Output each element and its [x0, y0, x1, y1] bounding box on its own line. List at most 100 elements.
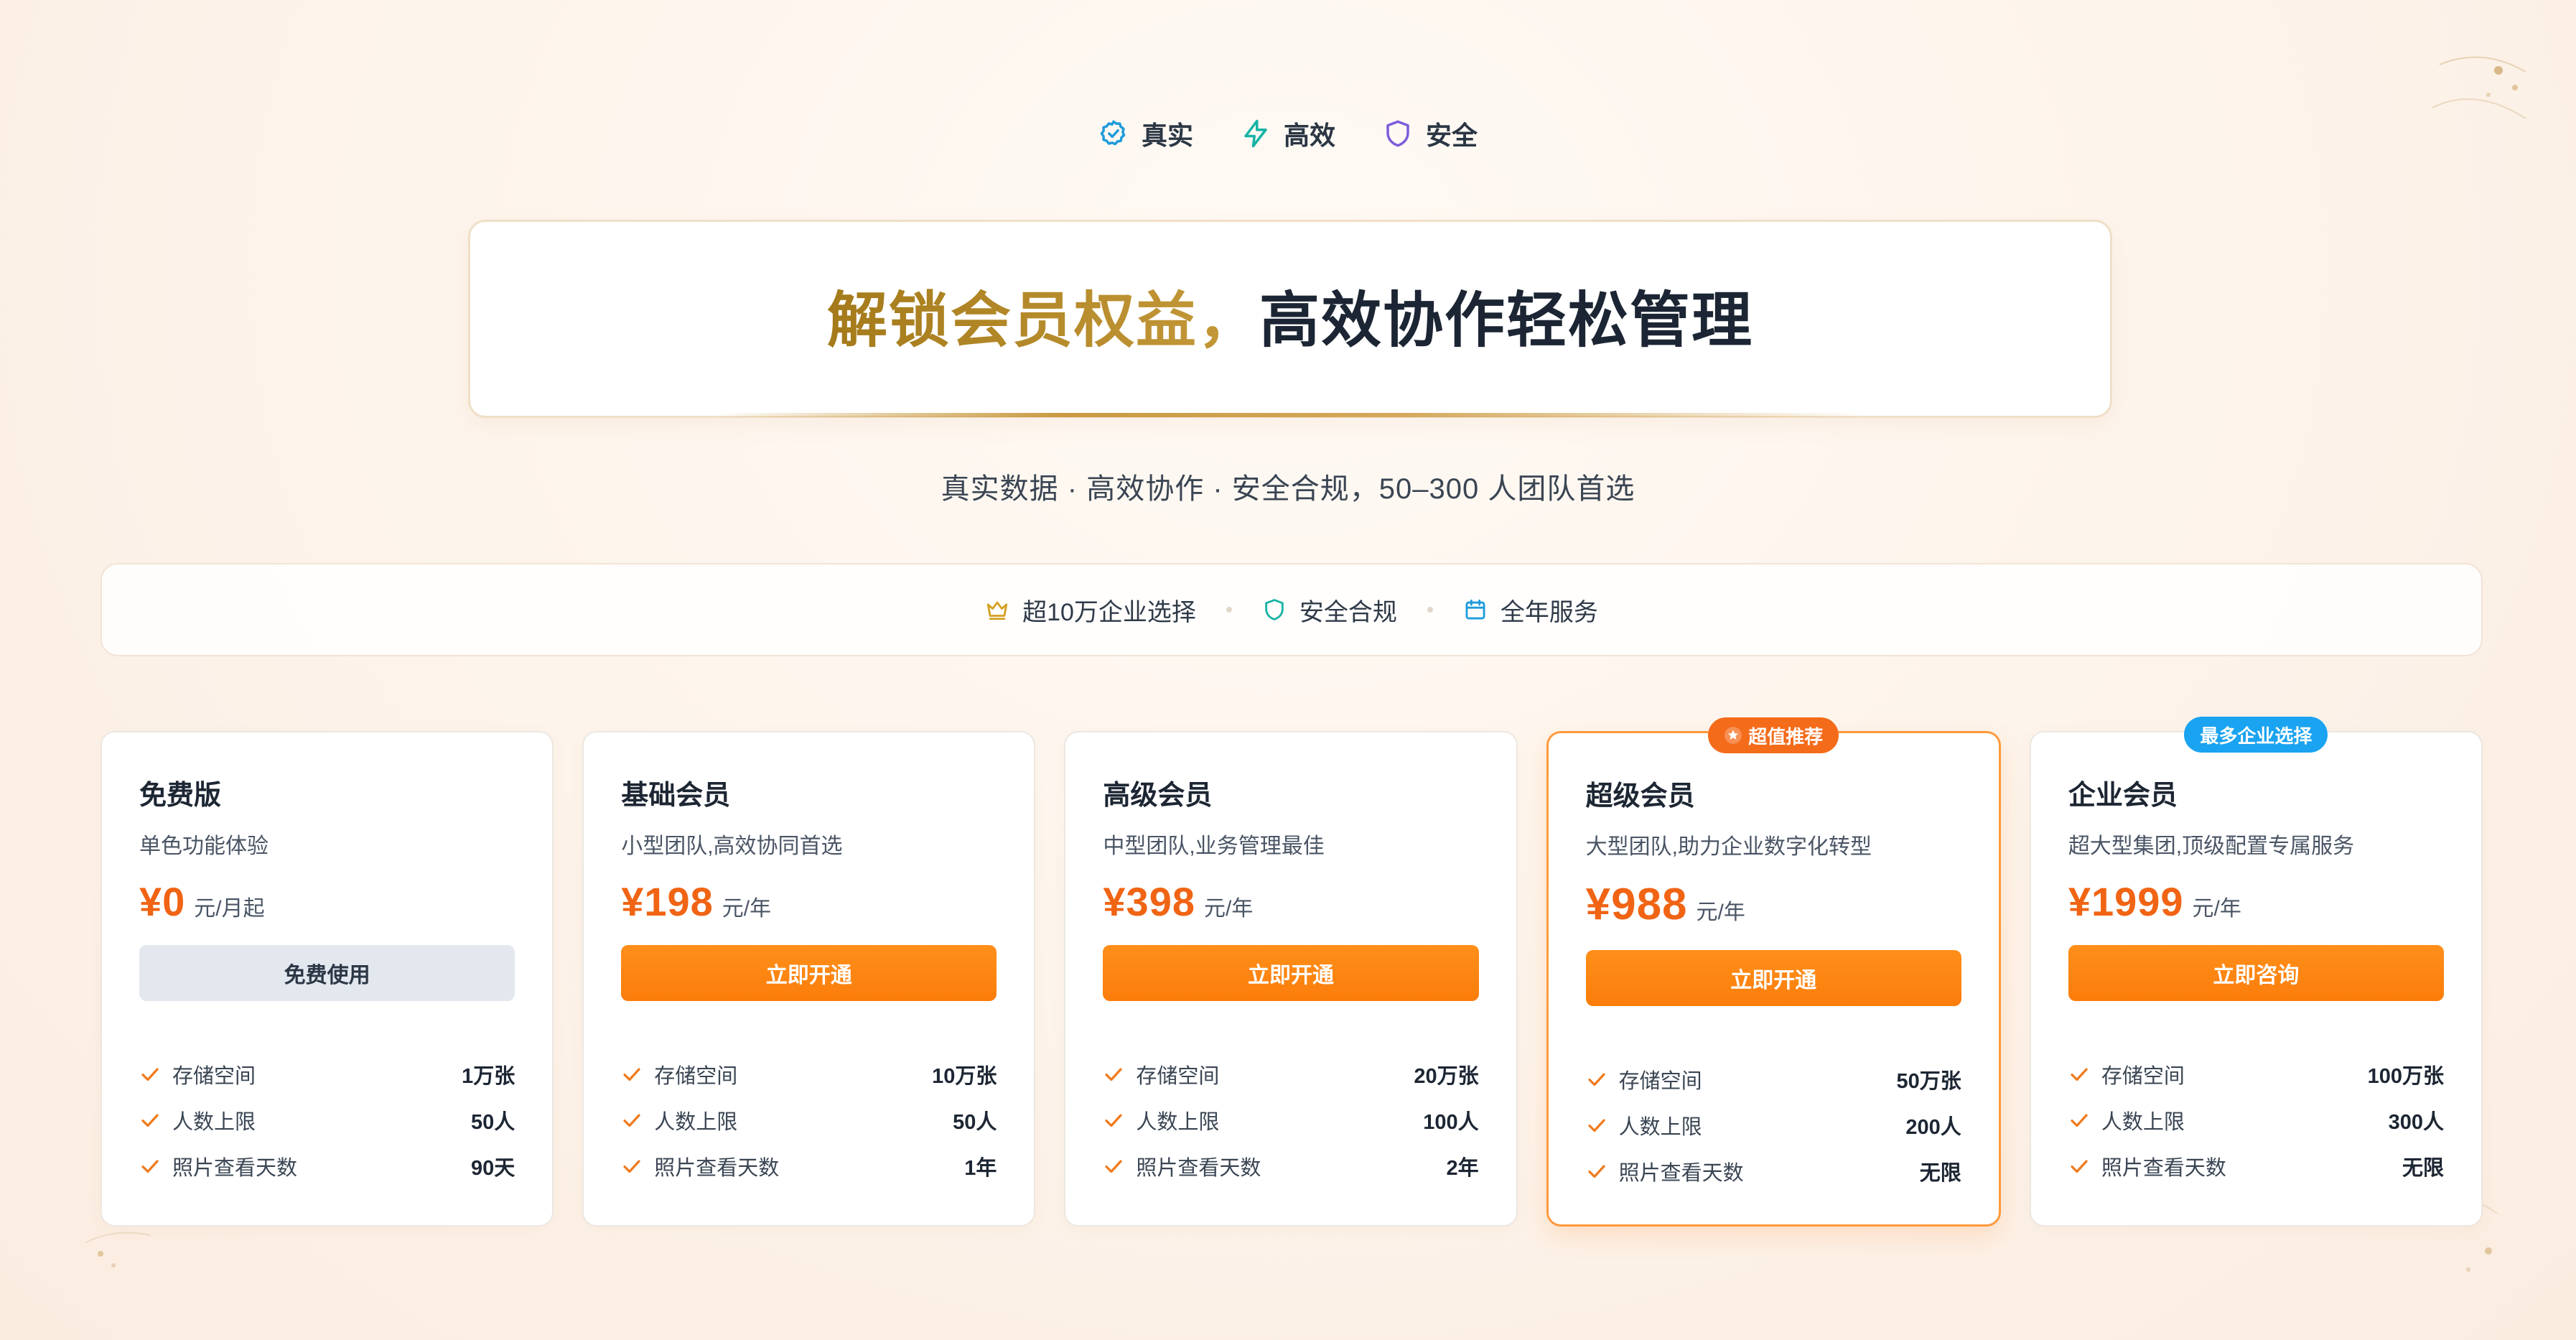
separator-dot — [1427, 607, 1433, 613]
feature-label: 存储空间 — [2101, 1065, 2185, 1088]
check-icon — [1105, 1068, 1123, 1081]
stat-enterprises: 超10万企业选择 — [985, 592, 1196, 628]
feature-storage: 存储空间 1万张 — [139, 1051, 515, 1097]
feature-members: 人数上限 300人 — [2068, 1097, 2444, 1143]
plan-price-row: ¥0 元/月起 — [139, 878, 515, 925]
stat-compliance: 安全合规 — [1262, 592, 1397, 628]
feature-label: 照片查看天数 — [1136, 1157, 1261, 1180]
check-icon — [623, 1160, 640, 1173]
feature-label: 存储空间 — [654, 1065, 738, 1088]
feature-list: 存储空间 100万张 人数上限 300人 照片查看天数 无限 — [2068, 1051, 2444, 1189]
separator-dot — [1226, 607, 1232, 613]
badge-efficient: 高效 — [1241, 115, 1335, 152]
hero-card: 解锁会员权益，高效协作轻松管理 — [468, 220, 2112, 418]
feature-label: 存储空间 — [172, 1065, 256, 1088]
feature-value: 无限 — [1919, 1162, 1961, 1185]
plan-price-unit: 元/年 — [722, 897, 772, 921]
star-icon — [1725, 727, 1742, 744]
feature-list: 存储空间 1万张 人数上限 50人 照片查看天数 90天 — [139, 1051, 515, 1189]
feature-label: 存储空间 — [1618, 1070, 1702, 1093]
plan-price-unit: 元/年 — [1203, 897, 1254, 921]
popular-tag: 最多企业选择 — [2184, 717, 2328, 753]
plan-price-row: ¥398 元/年 — [1103, 878, 1478, 925]
plan-price: ¥398 — [1103, 879, 1195, 924]
title-rest: 高效协作轻松管理 — [1259, 286, 1754, 354]
feature-storage: 存储空间 10万张 — [621, 1051, 997, 1097]
check-icon — [2071, 1068, 2088, 1081]
title-highlight: 解锁会员权益， — [826, 286, 1259, 354]
feature-label: 人数上限 — [1618, 1116, 1702, 1139]
plan-description: 大型团队,助力企业数字化转型 — [1585, 835, 1872, 859]
feature-list: 存储空间 20万张 人数上限 100人 照片查看天数 2年 — [1103, 1051, 1479, 1189]
stats-strip: 超10万企业选择 安全合规 全年服务 — [101, 563, 2483, 656]
feature-label: 人数上限 — [1136, 1111, 1220, 1134]
calendar-icon — [1465, 599, 1485, 620]
feature-label: 照片查看天数 — [654, 1157, 780, 1180]
feature-label: 照片查看天数 — [172, 1157, 298, 1180]
feature-photo-days: 照片查看天数 90天 — [139, 1143, 515, 1189]
consult-button[interactable]: 立即咨询 — [2068, 945, 2445, 1001]
badge-authentic: 真实 — [1098, 115, 1193, 152]
feature-value: 10万张 — [932, 1065, 997, 1088]
trust-badges: 真实 高效 安全 — [0, 115, 2576, 152]
feature-photo-days: 照片查看天数 2年 — [1103, 1143, 1479, 1189]
plan-description: 超大型集团,顶级配置专属服务 — [2068, 834, 2355, 858]
plan-name: 免费版 — [139, 781, 222, 811]
check-icon — [623, 1114, 640, 1127]
shield-icon — [1265, 599, 1284, 620]
badge-label: 安全 — [1426, 121, 1478, 150]
plan-card-super: 超值推荐 超级会员 大型团队,助力企业数字化转型 ¥988 元/年 立即开通 存… — [1546, 717, 2001, 1227]
plan-card-basic: 基础会员 小型团队,高效协同首选 ¥198 元/年 立即开通 存储空间 10万张… — [582, 731, 1036, 1227]
stat-label: 安全合规 — [1299, 598, 1397, 626]
badge-secure: 安全 — [1383, 115, 1478, 152]
lightning-icon — [1244, 119, 1267, 148]
plan-price: ¥198 — [621, 879, 714, 924]
check-icon — [2071, 1160, 2088, 1173]
check-icon — [1587, 1119, 1605, 1132]
feature-label: 人数上限 — [172, 1111, 256, 1134]
activate-button[interactable]: 立即开通 — [621, 945, 997, 1001]
feature-value: 100人 — [1423, 1111, 1479, 1134]
check-icon — [1105, 1114, 1123, 1127]
plan-name: 高级会员 — [1103, 781, 1213, 811]
plan-price-unit: 元/年 — [1696, 901, 1745, 924]
feature-value: 无限 — [2402, 1157, 2445, 1180]
plan-price-row: ¥988 元/年 — [1586, 879, 1961, 930]
feature-value: 1年 — [964, 1157, 997, 1180]
feature-value: 300人 — [2388, 1111, 2445, 1134]
feature-label: 照片查看天数 — [1618, 1162, 1744, 1185]
feature-members: 人数上限 50人 — [621, 1097, 997, 1143]
free-use-button[interactable]: 免费使用 — [139, 945, 515, 1001]
plan-description: 中型团队,业务管理最佳 — [1103, 834, 1325, 858]
shield-icon — [1386, 120, 1409, 147]
feature-photo-days: 照片查看天数 1年 — [621, 1143, 997, 1189]
feature-label: 存储空间 — [1136, 1065, 1220, 1088]
check-icon — [2071, 1114, 2088, 1127]
plan-name: 企业会员 — [2068, 781, 2178, 811]
feature-value: 200人 — [1905, 1116, 1961, 1139]
feature-value: 2年 — [1446, 1157, 1479, 1180]
recommended-tag: 超值推荐 — [1708, 717, 1839, 753]
plan-price: ¥0 — [139, 879, 186, 924]
feature-label: 人数上限 — [2101, 1111, 2185, 1134]
plan-name: 基础会员 — [621, 781, 731, 811]
feature-list: 存储空间 50万张 人数上限 200人 照片查看天数 无限 — [1586, 1056, 1961, 1194]
activate-button[interactable]: 立即开通 — [1103, 945, 1479, 1001]
feature-value: 100万张 — [2367, 1065, 2445, 1088]
feature-label: 照片查看天数 — [2101, 1157, 2226, 1180]
stat-service: 全年服务 — [1463, 592, 1598, 628]
plan-name: 超级会员 — [1585, 781, 1695, 811]
crown-icon — [986, 601, 1008, 620]
check-icon — [141, 1068, 159, 1081]
check-icon — [1587, 1073, 1605, 1087]
badge-label: 真实 — [1141, 121, 1193, 150]
activate-button[interactable]: 立即开通 — [1585, 950, 1961, 1006]
badge-label: 高效 — [1283, 121, 1335, 150]
feature-value: 50万张 — [1896, 1070, 1961, 1093]
feature-members: 人数上限 200人 — [1586, 1102, 1961, 1148]
feature-label: 人数上限 — [654, 1111, 738, 1134]
feature-value: 50人 — [953, 1111, 997, 1134]
stat-label: 全年服务 — [1500, 598, 1598, 626]
plan-price-row: ¥198 元/年 — [621, 878, 997, 925]
stat-label: 超10万企业选择 — [1022, 598, 1196, 626]
